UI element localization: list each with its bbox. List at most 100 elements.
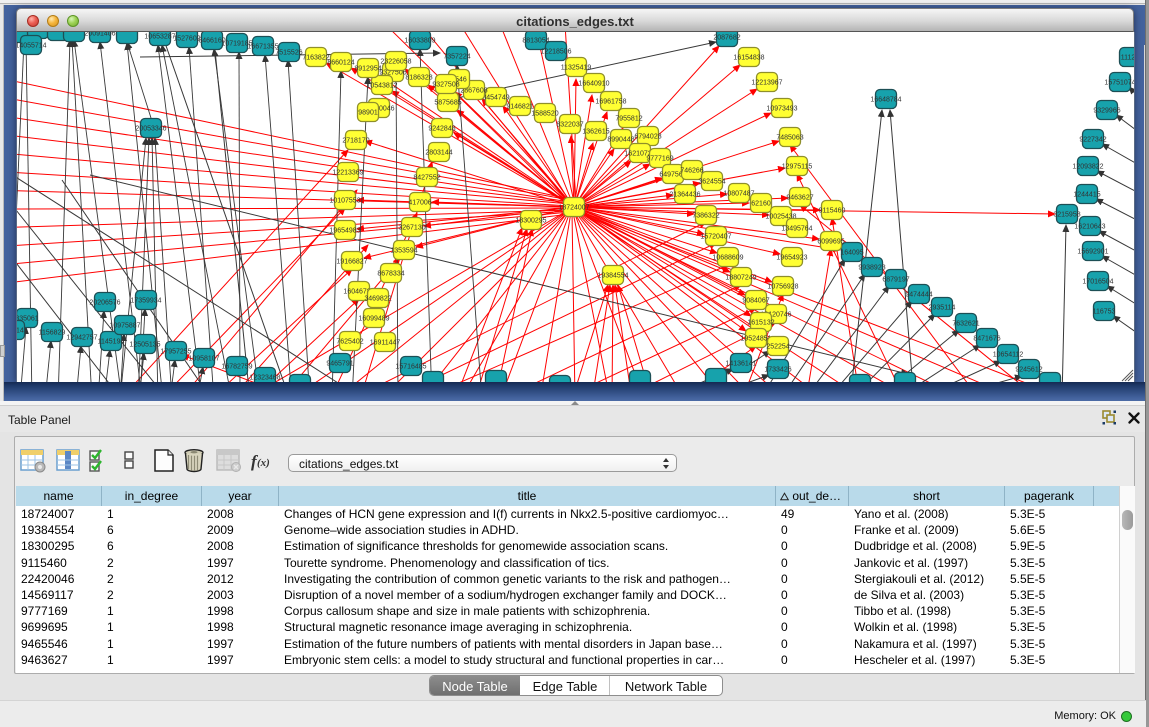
svg-text:6794028: 6794028: [634, 134, 661, 141]
svg-text:6879197: 6879197: [882, 277, 909, 284]
svg-text:7163822: 7163822: [302, 55, 329, 62]
svg-text:14055714: 14055714: [17, 43, 47, 50]
svg-text:7515526: 7515526: [275, 50, 302, 57]
svg-text:12942757: 12942757: [66, 335, 97, 342]
svg-text:9474444: 9474444: [905, 292, 932, 299]
svg-text:18300295: 18300295: [515, 218, 546, 225]
svg-text:7386322: 7386322: [692, 213, 719, 220]
svg-text:9245612: 9245612: [1015, 367, 1042, 374]
svg-text:12218506: 12218506: [540, 49, 571, 56]
svg-text:2718170: 2718170: [342, 138, 369, 145]
svg-text:12093822: 12093822: [1072, 164, 1103, 171]
svg-text:9329966: 9329966: [1093, 108, 1120, 115]
svg-text:8322037: 8322037: [556, 122, 583, 129]
svg-text:1362615: 1362615: [582, 129, 609, 136]
svg-text:16640910: 16640910: [578, 81, 609, 88]
svg-text:7485063: 7485063: [776, 135, 803, 142]
svg-text:16671355: 16671355: [247, 44, 278, 51]
svg-text:19654923: 19654923: [776, 255, 807, 262]
svg-text:13495764: 13495764: [781, 226, 812, 233]
svg-text:18807249: 18807249: [725, 275, 756, 282]
svg-text:8471676: 8471676: [973, 336, 1000, 343]
svg-text:12323468: 12323468: [249, 375, 280, 382]
svg-text:15751074: 15751074: [1104, 80, 1134, 87]
svg-text:9465791: 9465791: [326, 361, 353, 368]
svg-text:20206576: 20206576: [89, 300, 120, 307]
svg-text:3624554: 3624554: [698, 179, 725, 186]
svg-text:9084067: 9084067: [742, 298, 769, 305]
svg-text:1353594: 1353594: [390, 248, 417, 255]
svg-text:16210643: 16210643: [1074, 224, 1105, 231]
svg-text:15716485: 15716485: [395, 364, 426, 371]
svg-text:19654983: 19654983: [329, 228, 360, 235]
svg-text:12213967: 12213967: [751, 80, 782, 87]
svg-text:19166827: 19166827: [336, 259, 367, 266]
svg-text:10756928: 10756928: [767, 284, 798, 291]
svg-text:7357224: 7357224: [443, 54, 470, 61]
svg-text:98901: 98901: [358, 110, 378, 117]
svg-text:6099695: 6099695: [817, 239, 844, 246]
svg-text:12975115: 12975115: [782, 164, 813, 171]
svg-text:11325419: 11325419: [561, 65, 592, 72]
svg-text:9463627: 9463627: [786, 195, 813, 202]
svg-text:1615132: 1615132: [747, 320, 774, 327]
svg-text:16099489: 16099489: [358, 316, 389, 323]
svg-text:9327508: 9327508: [432, 82, 459, 89]
svg-text:16154838: 16154838: [733, 55, 764, 62]
svg-text:252254: 252254: [766, 344, 789, 351]
svg-text:11125: 11125: [1121, 55, 1134, 62]
svg-text:16648784: 16648784: [870, 97, 901, 104]
svg-text:9777169: 9777169: [646, 156, 673, 163]
svg-text:20091406: 20091406: [84, 32, 115, 38]
svg-text:18724007: 18724007: [558, 205, 589, 212]
svg-text:10107553: 10107553: [329, 198, 360, 205]
svg-text:10543812: 10543812: [366, 83, 397, 90]
svg-text:10688609: 10688609: [712, 255, 743, 262]
svg-text:10653287: 10653287: [144, 34, 175, 41]
svg-text:17957255: 17957255: [160, 349, 191, 356]
svg-text:13914: 13914: [17, 328, 24, 335]
svg-text:8912954: 8912954: [354, 66, 381, 73]
svg-text:1156829: 1156829: [39, 330, 66, 337]
svg-text:8454749: 8454749: [482, 95, 509, 102]
svg-text:9146821: 9146821: [506, 104, 533, 111]
svg-text:8427552: 8427552: [413, 175, 440, 182]
svg-text:20053346: 20053346: [135, 126, 166, 133]
svg-text:3267130: 3267130: [398, 225, 425, 232]
svg-text:8990448: 8990448: [607, 137, 634, 144]
svg-text:16782759: 16782759: [221, 364, 252, 371]
svg-text:9115460: 9115460: [819, 208, 846, 215]
svg-text:8660124: 8660124: [327, 60, 354, 67]
svg-text:16911447: 16911447: [370, 340, 401, 347]
svg-text:1527602: 1527602: [173, 36, 200, 43]
svg-text:1145194: 1145194: [98, 339, 125, 346]
svg-text:10973493: 10973493: [766, 106, 797, 113]
svg-text:12505135: 12505135: [129, 342, 160, 349]
svg-text:417006: 417006: [408, 200, 431, 207]
svg-text:2087682: 2087682: [713, 35, 740, 42]
svg-text:12213369: 12213369: [332, 170, 363, 177]
svg-text:17016504: 17016504: [1082, 279, 1113, 286]
svg-text:(x): (x): [257, 457, 270, 469]
svg-text:16033809: 16033809: [404, 38, 435, 45]
svg-text:1588520: 1588520: [531, 111, 558, 118]
svg-text:8186328: 8186328: [405, 75, 432, 82]
svg-text:3469822: 3469822: [364, 296, 391, 303]
svg-text:10807487: 10807487: [723, 191, 754, 198]
svg-text:15692901: 15692901: [1077, 249, 1108, 256]
svg-text:9227342: 9227342: [1079, 137, 1106, 144]
svg-text:2935114: 2935114: [929, 305, 956, 312]
svg-text:10654112: 10654112: [993, 352, 1024, 359]
svg-text:9938923: 9938923: [858, 265, 885, 272]
svg-text:10975887: 10975887: [109, 323, 140, 330]
svg-text:8678334: 8678334: [377, 271, 404, 278]
svg-text:7632621: 7632621: [952, 321, 979, 328]
svg-text:5875685: 5875685: [434, 100, 461, 107]
svg-text:3215958: 3215958: [1053, 212, 1080, 219]
svg-text:7955812: 7955812: [615, 116, 642, 123]
svg-text:16961758: 16961758: [595, 99, 626, 106]
svg-text:116753: 116753: [1093, 309, 1116, 316]
svg-text:15720407: 15720407: [700, 234, 731, 241]
svg-text:19384554: 19384554: [597, 273, 628, 280]
svg-text:1244415: 1244415: [1073, 192, 1100, 199]
